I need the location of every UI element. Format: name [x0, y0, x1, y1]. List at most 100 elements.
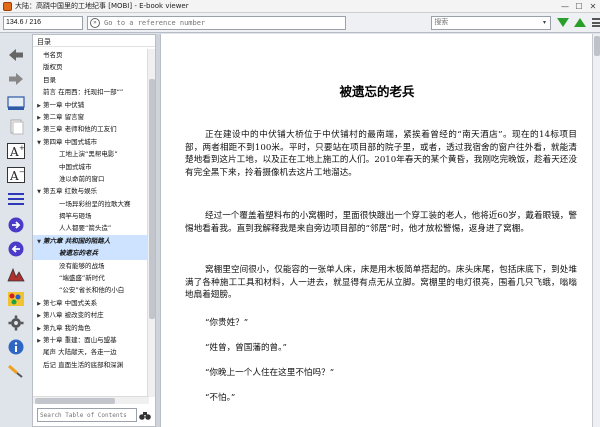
toc-horizontal-scrollbar[interactable] [33, 396, 149, 404]
paragraph: “你晚上一个人住在这里不怕吗？” [205, 368, 335, 378]
menu-icon[interactable] [591, 18, 600, 27]
font-smaller-icon[interactable]: A − [6, 166, 26, 184]
previous-chapter-icon[interactable] [6, 240, 26, 258]
toc-item[interactable]: 被遗忘的老兵 [33, 247, 149, 260]
toc-item[interactable]: 前言 在用西：托现扣一部“” [33, 86, 149, 98]
toc-item[interactable]: 人人都要“箭头造” [33, 222, 149, 234]
collapsed-arrow-icon[interactable]: ▶ [35, 112, 43, 123]
search-field[interactable]: ▾ [431, 15, 551, 30]
toc-panel: 目录 书名页 版权页 目录 前言 在用西：托现扣一部“” ▶ 第一章 中伏铺 ▶ 第二章 留言… [32, 34, 156, 427]
collapsed-arrow-icon[interactable]: ▶ [35, 100, 43, 111]
goto-reference-field[interactable]: » [87, 15, 347, 30]
back-arrow-icon[interactable] [6, 46, 26, 64]
collapsed-arrow-icon[interactable]: ▶ [35, 298, 43, 309]
window-title: 大陆：高跷中国里的工地纪事 [MOBI] - E-book viewer [15, 2, 189, 10]
toc-item-label: 第八章 被改变的村庄 [43, 311, 104, 320]
toc-item[interactable]: ▶ 第九章 我的角色 [33, 322, 149, 334]
toc-item[interactable]: “公安”省长和他的小白 [33, 284, 149, 296]
toc-item[interactable]: 工地上演“黑帮电影” [33, 148, 149, 160]
themes-icon[interactable] [6, 290, 26, 308]
forward-arrow-icon[interactable] [6, 70, 26, 88]
toc-item[interactable]: ▶ 第七章 中国式关系 [33, 297, 149, 309]
reference-mode-icon[interactable] [6, 266, 26, 284]
toc-icon[interactable] [6, 190, 26, 208]
expanded-arrow-icon[interactable]: ▼ [35, 186, 43, 197]
reader-scrollbar[interactable] [592, 34, 600, 427]
toc-item-label: 淮以命前的窗口 [59, 174, 105, 183]
toc-search-input[interactable] [40, 411, 134, 419]
toc-item[interactable]: 一场异彩纷呈的拉歌大赛 [33, 198, 149, 210]
collapsed-arrow-icon[interactable]: ▶ [35, 335, 43, 346]
find-next-icon[interactable] [556, 18, 569, 27]
toc-item[interactable]: ▼ 第五章 红数与娱乐 [33, 185, 149, 197]
toc-item-label: 被遗忘的老兵 [59, 249, 98, 258]
maximize-button[interactable]: ☐ [572, 1, 586, 12]
paragraph: “姓曾，曾国藩的曾。” [205, 343, 287, 353]
reader-scroll-thumb[interactable] [594, 36, 600, 56]
toc-item[interactable]: ▼ 第四章 中国式城市 [33, 136, 149, 148]
toc-scroll-thumb[interactable] [149, 79, 155, 319]
print-icon[interactable] [6, 362, 26, 380]
svg-text:−: − [19, 168, 25, 176]
toc-item[interactable]: ▼ 第六章 共和国的陌路人 [33, 234, 149, 248]
collapsed-arrow-icon[interactable]: ▶ [35, 124, 43, 135]
title-bar: 大陆：高跷中国里的工地纪事 [MOBI] - E-book viewer — ☐… [0, 0, 600, 13]
toc-scrollbar[interactable] [147, 49, 155, 397]
left-toolbar: A + A − [0, 34, 32, 427]
toc-item[interactable]: ▶ 第三章 老师和他的工友们 [33, 123, 149, 135]
toc-item-label: 第二章 留言窗 [43, 112, 85, 121]
toc-horizontal-scroll-thumb[interactable] [35, 398, 115, 404]
library-icon[interactable] [6, 94, 26, 112]
toc-item[interactable]: 后记 直面生活的底部和深渊 [33, 359, 149, 371]
paragraph: “你贵姓？” [205, 318, 249, 328]
find-previous-icon[interactable] [573, 18, 586, 27]
toc-item-label: 第一章 中伏铺 [43, 100, 85, 109]
paragraph: 窝棚里空间很小，仅能容的一张单人床，床是用木板简单搭起的。床头床尾，包括床底下，… [185, 265, 577, 301]
next-chapter-icon[interactable] [6, 216, 26, 234]
toc-item[interactable]: 书名页 [33, 49, 149, 61]
toc-item[interactable]: 尾声 大陆献天，各走一边 [33, 346, 149, 358]
copy-icon[interactable] [6, 118, 26, 136]
expanded-arrow-icon[interactable]: ▼ [35, 137, 43, 148]
toc-item[interactable]: ▶ 第二章 留言窗 [33, 111, 149, 123]
binoculars-icon[interactable] [139, 409, 151, 421]
toc-item[interactable]: 目录 [33, 74, 149, 86]
toolbar: » ▾ [0, 13, 600, 33]
minimize-button[interactable]: — [558, 1, 572, 12]
app-icon [3, 1, 12, 11]
toc-search-field[interactable] [37, 408, 137, 422]
info-icon[interactable] [6, 338, 26, 356]
toc-item[interactable]: ▶ 第十章 重建：面山与盟基 [33, 334, 149, 346]
toc-item[interactable]: 揭竿与砸场 [33, 210, 149, 222]
toc-item-label: 第十章 重建：面山与盟基 [43, 335, 117, 344]
toc-item[interactable]: 没有能够的战场 [33, 260, 149, 272]
toc-item-label: 第三章 老师和他的工友们 [43, 125, 117, 134]
toc-item[interactable]: ▶ 第八章 被改变的村庄 [33, 309, 149, 321]
toc-item[interactable]: ▶ 第一章 中伏铺 [33, 99, 149, 111]
toc-item-label: 没有能够的战场 [59, 261, 105, 270]
toc-item-label: 版权页 [43, 63, 63, 72]
search-dropdown-arrow-icon[interactable]: ▾ [540, 19, 550, 26]
search-input[interactable] [432, 16, 540, 29]
reader-view: 被遗忘的老兵 正在建设中的中伏铺大桥位于中伏铺村的最南端，紧挨着曾经的“南天酒店… [160, 34, 592, 427]
toc-item[interactable]: 淮以命前的窗口 [33, 173, 149, 185]
goto-icon: » [90, 17, 100, 28]
toc-item-label: 一场异彩纷呈的拉歌大赛 [59, 199, 131, 208]
expanded-arrow-icon[interactable]: ▼ [35, 236, 43, 247]
goto-reference-input[interactable] [102, 16, 346, 29]
toc-item-label: 人人都要“箭头造” [59, 224, 112, 233]
toc-item[interactable]: “端盛盛”新时代 [33, 272, 149, 284]
font-larger-icon[interactable]: A + [6, 142, 26, 160]
collapsed-arrow-icon[interactable]: ▶ [35, 323, 43, 334]
collapsed-arrow-icon[interactable]: ▶ [35, 310, 43, 321]
position-input[interactable] [3, 15, 83, 30]
toc-item-label: 后记 直面生活的底部和深渊 [43, 360, 124, 369]
toc-item-label: 书名页 [43, 51, 63, 59]
toc-item-label: “公安”省长和他的小白 [59, 286, 125, 295]
preferences-icon[interactable] [6, 314, 26, 332]
toc-item-label: 中国式城市 [59, 162, 92, 171]
close-button[interactable]: ✕ [586, 1, 600, 12]
toc-item[interactable]: 中国式城市 [33, 161, 149, 173]
toc-item-label: 第五章 红数与娱乐 [43, 187, 98, 196]
toc-item[interactable]: 版权页 [33, 61, 149, 73]
